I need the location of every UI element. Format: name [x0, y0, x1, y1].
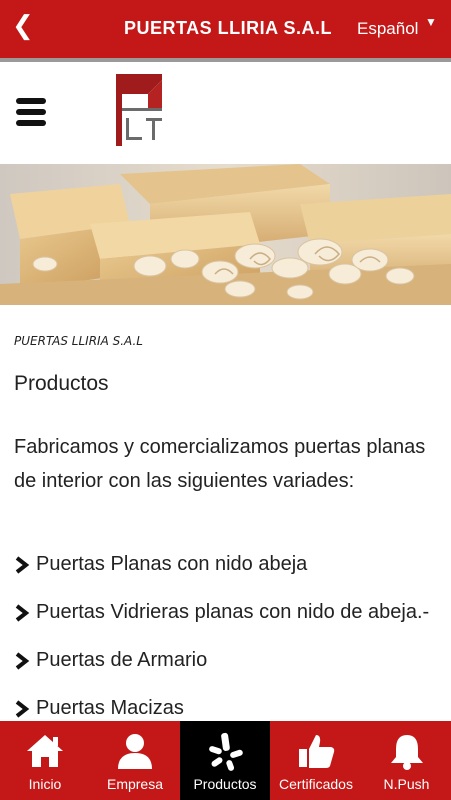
bottom-tab-bar: Inicio Empresa Productos Certificados N.…	[0, 721, 451, 800]
chevron-right-icon	[15, 700, 30, 718]
hero-image-wood-shavings	[0, 164, 451, 305]
intro-paragraph: Fabricamos y comercializamos puertas pla…	[14, 436, 426, 492]
tab-npush[interactable]: N.Push	[362, 721, 451, 800]
tab-label: Certificados	[279, 776, 353, 792]
list-item-label: Puertas Planas con nido abeja	[36, 553, 308, 575]
hamburger-menu-icon[interactable]	[16, 98, 46, 128]
back-chevron-left-icon[interactable]: ❮	[12, 10, 34, 40]
product-list: Puertas Planas con nido abeja Puertas Vi…	[14, 548, 451, 740]
list-item: Puertas Vidrieras planas con nido de abe…	[14, 596, 451, 644]
user-icon	[118, 734, 152, 769]
language-select[interactable]: Español	[357, 19, 418, 39]
list-item-label: Puertas Macizas	[36, 697, 184, 719]
bell-icon	[390, 735, 423, 770]
tab-label: Inicio	[28, 776, 62, 792]
thumbs-up-icon	[299, 735, 335, 768]
tab-label: Empresa	[106, 776, 164, 792]
list-item: Puertas de Armario	[14, 644, 451, 692]
chevron-right-icon	[15, 652, 30, 670]
company-logo	[116, 74, 162, 146]
tab-empresa[interactable]: Empresa	[90, 721, 180, 800]
language-caret-icon[interactable]: ▼	[425, 15, 437, 29]
yelp-icon	[209, 732, 243, 771]
home-icon	[27, 735, 63, 767]
top-bar: ❮ PUERTAS LLIRIA S.A.L Español ▼	[0, 0, 451, 62]
page-subtitle: PUERTAS LLIRIA S.A.L	[14, 334, 143, 348]
chevron-right-icon	[15, 556, 30, 574]
chevron-right-icon	[15, 604, 30, 622]
tab-label: N.Push	[383, 776, 430, 792]
list-item: Puertas Planas con nido abeja	[14, 548, 451, 596]
tab-certificados[interactable]: Certificados	[270, 721, 362, 800]
tab-productos[interactable]: Productos	[180, 721, 270, 800]
site-header	[0, 62, 451, 164]
page-title: Productos	[14, 372, 109, 395]
tab-label: Productos	[193, 776, 257, 792]
app-title: PUERTAS LLIRIA S.A.L	[124, 18, 332, 38]
tab-inicio[interactable]: Inicio	[0, 721, 90, 800]
list-item-label: Puertas Vidrieras planas con nido de abe…	[36, 601, 430, 623]
list-item-label: Puertas de Armario	[36, 649, 208, 671]
